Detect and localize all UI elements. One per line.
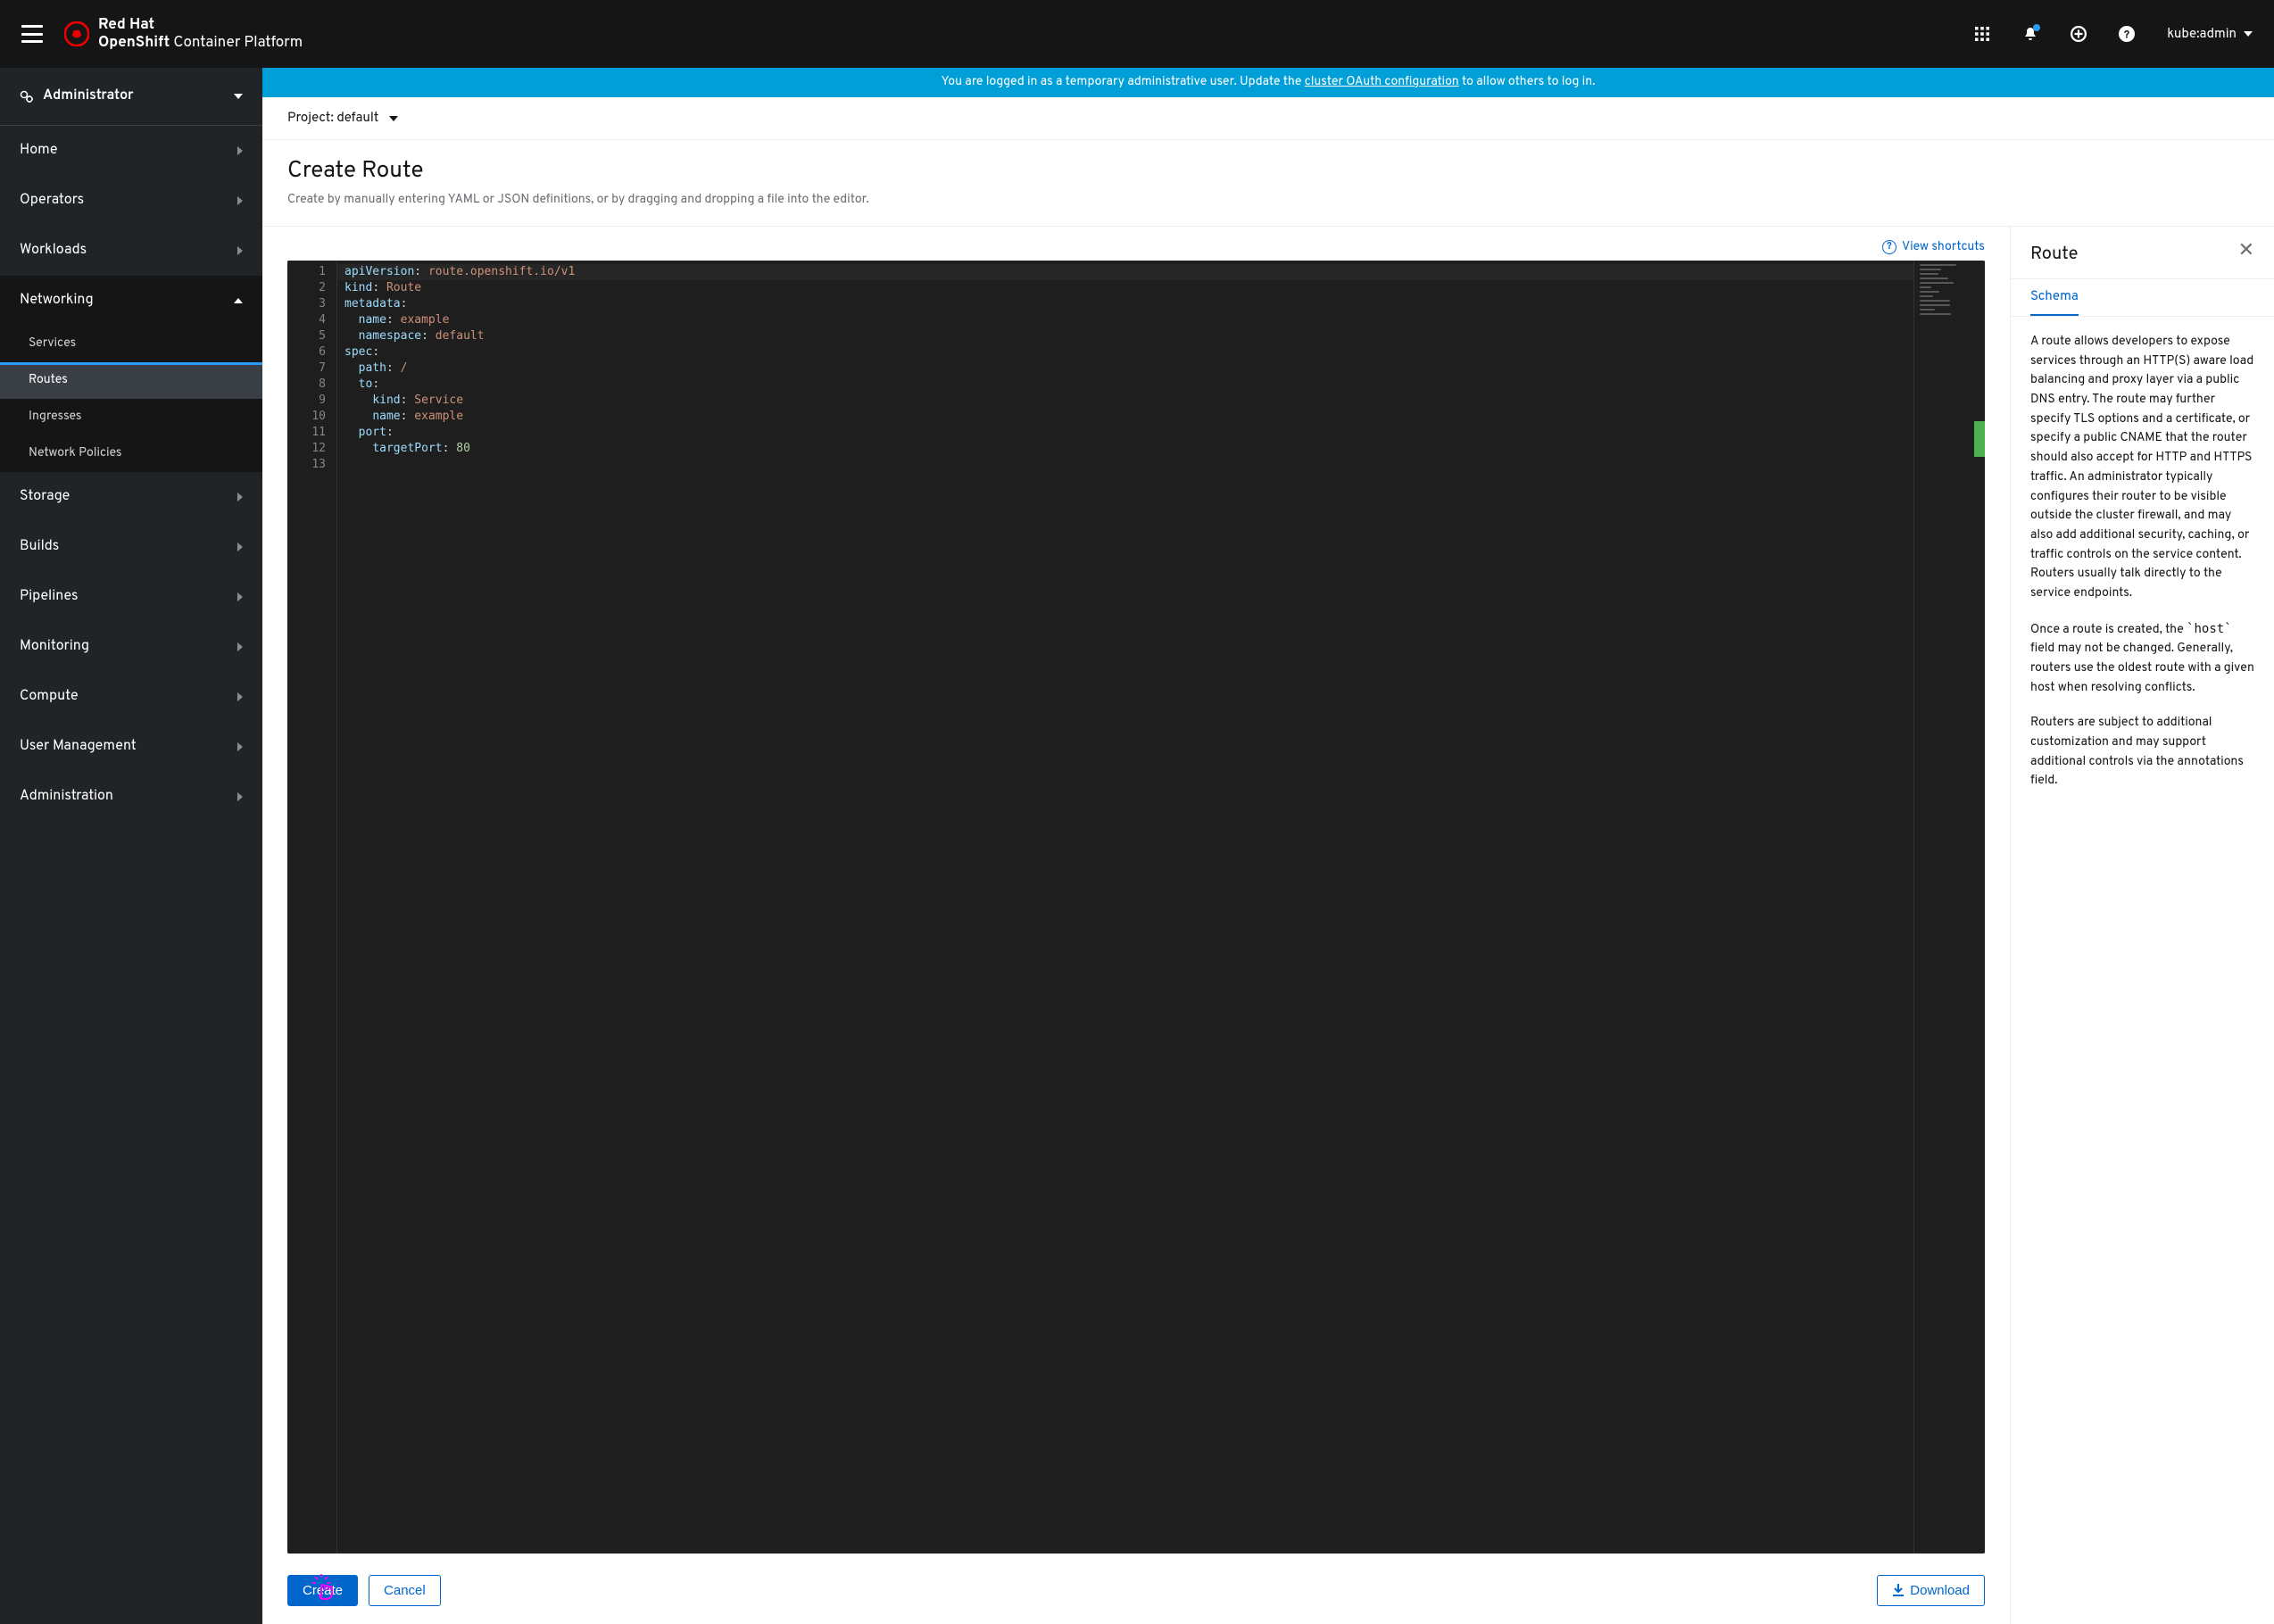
chevron-icon [237,692,243,701]
sidebar-item-builds[interactable]: Builds [0,522,262,572]
sidebar-item-label: Home [20,142,57,160]
project-bar: Project: default [262,97,2274,140]
chevron-icon [237,642,243,651]
cogs-icon [20,89,34,104]
svg-text:?: ? [2124,29,2129,43]
info-question-icon: ? [1882,240,1896,254]
sidebar-subitem-network-policies[interactable]: Network Policies [0,435,262,472]
schema-panel-title: Route [2030,243,2078,266]
schema-tab[interactable]: Schema [2030,279,2079,316]
main-content: You are logged in as a temporary adminis… [262,68,2274,1624]
sidebar-item-label: Compute [20,688,79,706]
brand: Red Hat OpenShift Container Platform [64,16,303,53]
project-dropdown[interactable]: Project: default [287,110,398,127]
cancel-button[interactable]: Cancel [369,1575,441,1606]
schema-paragraph-3: Routers are subject to additional custom… [2030,714,2254,791]
chevron-icon [237,742,243,751]
sidebar-item-label: Networking [20,292,94,310]
chevron-icon [237,196,243,205]
sidebar: Administrator Home Operators Workloads Netw… [0,68,262,1624]
sidebar-item-administration[interactable]: Administration [0,772,262,822]
project-value: default [336,110,378,127]
brand-line2-bold: OpenShift [98,33,170,53]
notice-oauth-link[interactable]: cluster OAuth configuration [1305,75,1459,90]
sidebar-item-label: User Management [20,738,137,756]
sidebar-item-label: Monitoring [20,638,89,656]
editor-scroll-thumb[interactable] [1974,421,1985,457]
caret-down-icon [2244,31,2253,37]
editor-minimap[interactable] [1913,261,1985,1554]
redhat-logo-icon [64,21,89,46]
sidebar-item-compute[interactable]: Compute [0,672,262,722]
masthead: Red Hat OpenShift Container Platform ? k [0,0,2274,68]
sidebar-item-label: Operators [20,192,84,210]
chevron-icon [234,298,243,303]
chevron-icon [237,543,243,551]
chevron-icon [237,246,243,255]
sidebar-item-workloads[interactable]: Workloads [0,226,262,276]
sidebar-item-monitoring[interactable]: Monitoring [0,622,262,672]
chevron-icon [237,146,243,155]
sidebar-item-label: Builds [20,538,59,556]
schema-panel: Route ✕ Schema A route allows developers… [2010,227,2274,1624]
sidebar-item-networking[interactable]: Networking [0,276,262,326]
schema-paragraph-2: Once a route is created, the `host` fiel… [2030,620,2254,699]
brand-line1: Red Hat [98,16,303,34]
caret-down-icon [389,116,398,121]
editor-code[interactable]: apiVersion: route.openshift.io/v1kind: R… [337,261,1913,1554]
download-button[interactable]: Download [1877,1575,1985,1606]
login-notice-banner: You are logged in as a temporary adminis… [262,68,2274,97]
chevron-icon [237,792,243,801]
sidebar-item-user-management[interactable]: User Management [0,722,262,772]
sidebar-item-operators[interactable]: Operators [0,176,262,226]
sidebar-item-label: Pipelines [20,588,79,606]
download-label: Download [1910,1583,1970,1598]
caret-down-icon [234,94,243,99]
sidebar-subitem-routes[interactable]: Routes [0,362,262,399]
sidebar-item-pipelines[interactable]: Pipelines [0,572,262,622]
help-question-icon[interactable]: ? [2119,26,2135,42]
perspective-label: Administrator [43,87,134,105]
project-label: Project: [287,110,336,127]
schema-paragraph-1: A route allows developers to expose serv… [2030,333,2254,604]
notifications-bell-icon[interactable] [2022,26,2038,42]
sidebar-item-label: Workloads [20,242,87,260]
chevron-icon [237,592,243,601]
view-shortcuts-link[interactable]: ? View shortcuts [1882,240,1985,255]
create-button[interactable]: Create [287,1575,358,1606]
editor-gutter: 12345678910111213 [287,261,337,1554]
user-name: kube:admin [2167,26,2237,43]
perspective-switcher[interactable]: Administrator [0,68,262,126]
shortcuts-label: View shortcuts [1902,240,1985,255]
yaml-editor[interactable]: 12345678910111213 apiVersion: route.open… [287,261,1985,1554]
download-icon [1892,1584,1905,1596]
chevron-icon [237,493,243,501]
sidebar-item-home[interactable]: Home [0,126,262,176]
hamburger-menu-button[interactable] [21,25,43,43]
page-header: Create Route Create by manually entering… [262,140,2274,227]
user-menu[interactable]: kube:admin [2167,26,2253,43]
page-description: Create by manually entering YAML or JSON… [287,193,2249,208]
apps-grid-icon[interactable] [1974,26,1990,42]
sidebar-item-storage[interactable]: Storage [0,472,262,522]
page-title: Create Route [287,156,2249,186]
sidebar-item-label: Storage [20,488,70,506]
notice-prefix: You are logged in as a temporary adminis… [942,75,1305,90]
close-panel-button[interactable]: ✕ [2238,243,2254,262]
sidebar-item-label: Administration [20,788,113,806]
brand-line2-rest: Container Platform [170,33,303,53]
add-plus-icon[interactable] [2071,26,2087,42]
sidebar-subitem-services[interactable]: Services [0,326,262,362]
notice-suffix: to allow others to log in. [1459,75,1596,90]
sidebar-subitem-ingresses[interactable]: Ingresses [0,399,262,435]
